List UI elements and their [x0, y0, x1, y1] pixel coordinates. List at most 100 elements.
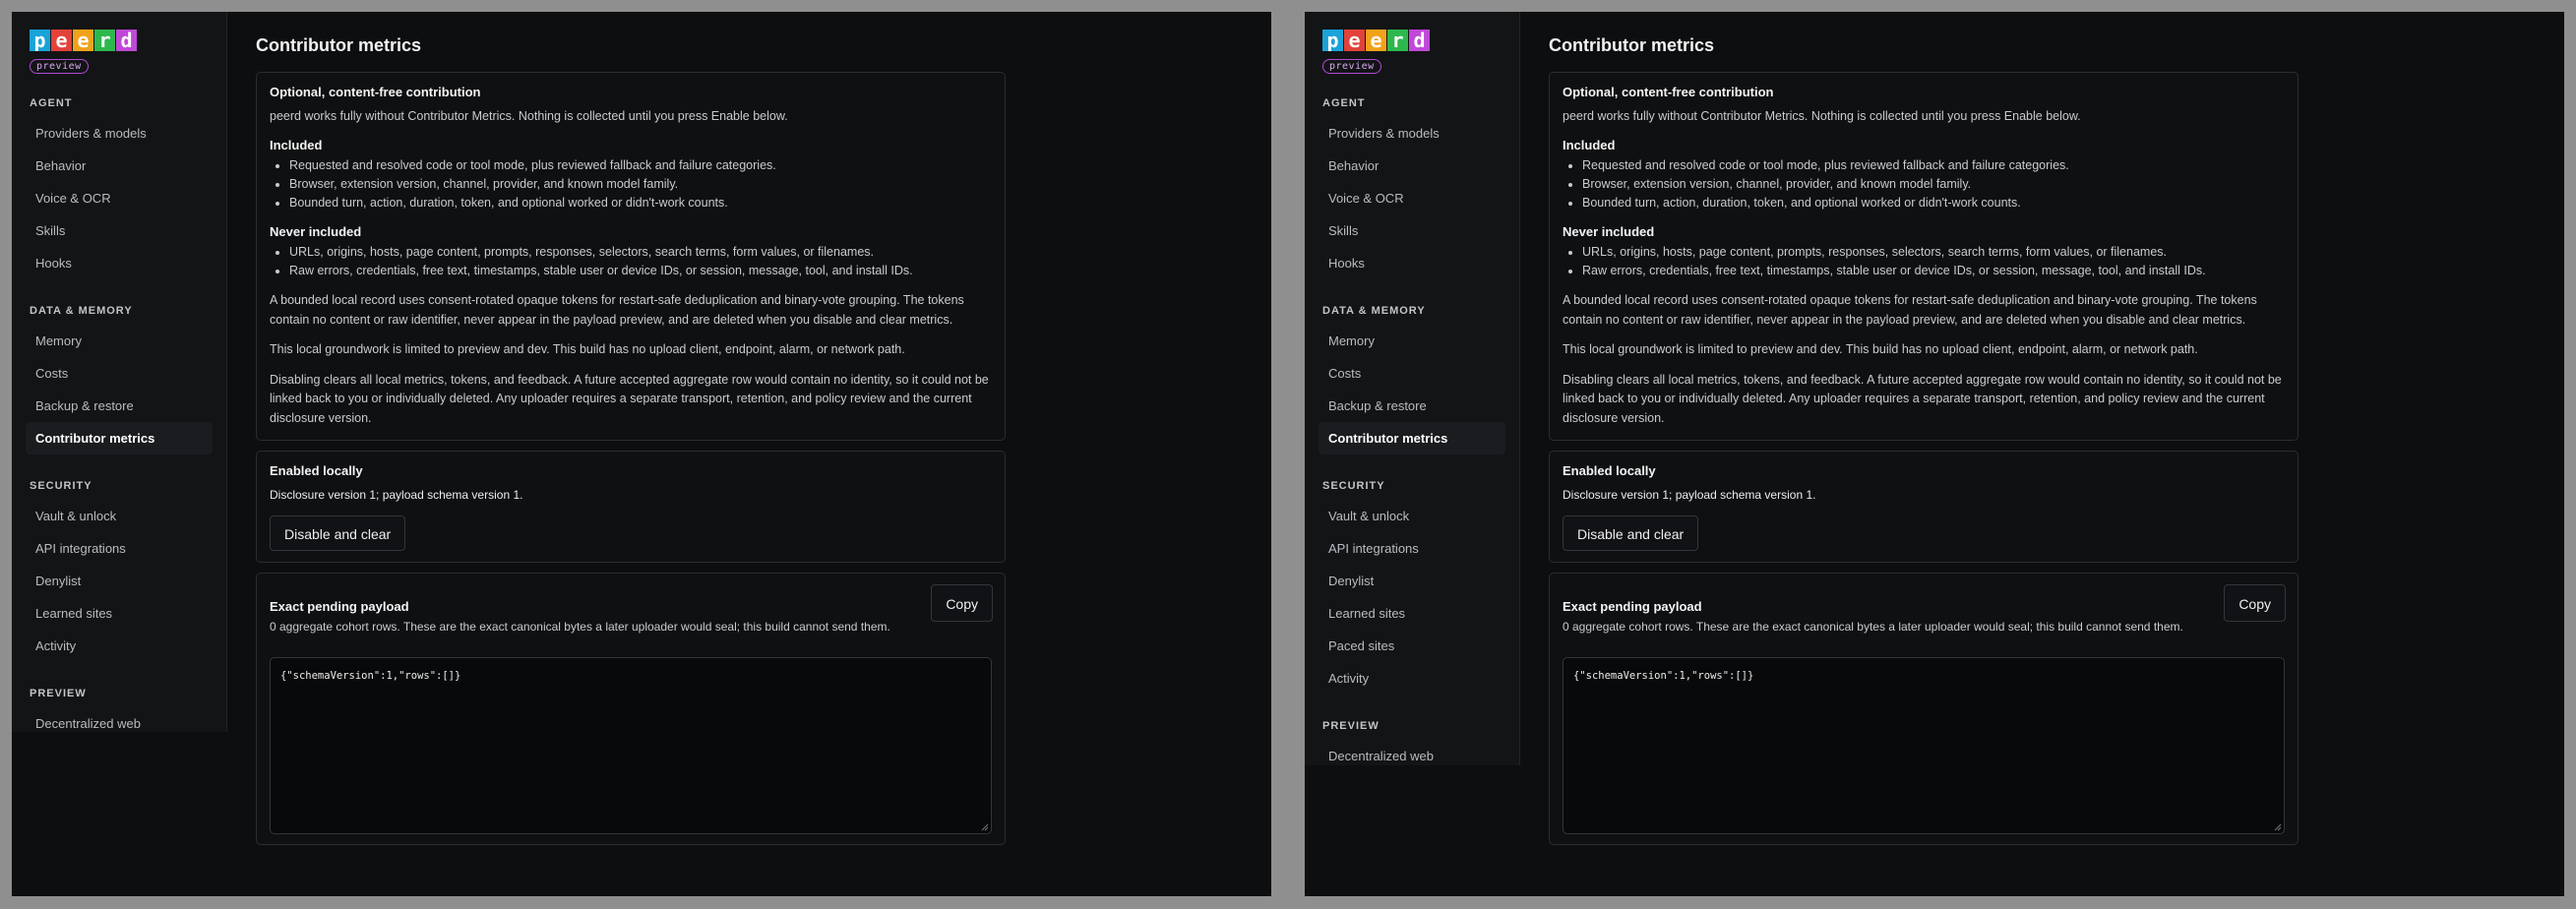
- groundwork-paragraph: This local groundwork is limited to prev…: [1563, 342, 2198, 356]
- sidebar: peerd preview AGENT Providers & models Beh…: [12, 12, 227, 732]
- sidebar-item-vault-unlock[interactable]: Vault & unlock: [26, 500, 213, 532]
- sidebar: peerd preview AGENT Providers & models Beh…: [1305, 12, 1520, 765]
- sidebar-item-denylist[interactable]: Denylist: [1319, 565, 1505, 597]
- sidebar-nav-list: Providers & models Behavior Voice & OCR Ski…: [1319, 117, 1505, 279]
- sidebar-item-learned-sites[interactable]: Learned sites: [1319, 597, 1505, 630]
- sidebar-nav-list: Decentralized web: [1319, 740, 1505, 772]
- sidebar-item-decentralized-web[interactable]: Decentralized web: [1319, 740, 1505, 772]
- copy-button[interactable]: Copy: [2224, 584, 2286, 622]
- disclosure-version-text: Disclosure version 1; payload schema ver…: [270, 488, 523, 502]
- logo-letter: e: [73, 30, 93, 51]
- included-list: Requested and resolved code or tool mode…: [270, 156, 992, 212]
- peerd-logo: peerd: [1322, 30, 1505, 51]
- sidebar-section-label: DATA & MEMORY: [1322, 305, 1426, 317]
- logo-letter: r: [1387, 30, 1408, 51]
- sidebar-item-costs[interactable]: Costs: [1319, 357, 1505, 390]
- list-item: Browser, extension version, channel, pro…: [289, 175, 992, 194]
- resize-handle-icon[interactable]: [2274, 823, 2282, 831]
- logo-letter: e: [1366, 30, 1386, 51]
- groundwork-paragraph: This local groundwork is limited to prev…: [270, 342, 905, 356]
- sidebar-item-backup-restore[interactable]: Backup & restore: [26, 390, 213, 422]
- main-content: Contributor metrics Optional, content-fr…: [256, 35, 1006, 845]
- logo-letter: r: [94, 30, 115, 51]
- page-title: Contributor metrics: [1549, 35, 1715, 55]
- sidebar-item-costs[interactable]: Costs: [26, 357, 213, 390]
- included-list: Requested and resolved code or tool mode…: [1563, 156, 2285, 212]
- never-included-list: URLs, origins, hosts, page content, prom…: [1563, 243, 2285, 280]
- sidebar-section-label: PREVIEW: [1322, 720, 1380, 732]
- sidebar-section-label: SECURITY: [30, 480, 92, 492]
- sidebar-section-label: SECURITY: [1322, 480, 1385, 492]
- preview-badge: preview: [30, 59, 89, 74]
- disclosure-card: Optional, content-free contribution peer…: [1549, 72, 2299, 441]
- main-content: Contributor metrics Optional, content-fr…: [1549, 35, 2299, 845]
- status-title: Enabled locally: [1563, 463, 1656, 478]
- disable-and-clear-button[interactable]: Disable and clear: [1563, 515, 1699, 551]
- sidebar-item-voice-ocr[interactable]: Voice & OCR: [26, 182, 213, 214]
- disable-and-clear-button[interactable]: Disable and clear: [270, 515, 406, 551]
- included-heading: Included: [270, 138, 323, 152]
- sidebar-item-skills[interactable]: Skills: [26, 214, 213, 247]
- sidebar-item-activity[interactable]: Activity: [1319, 662, 1505, 695]
- sidebar-item-contributor-metrics[interactable]: Contributor metrics: [1319, 422, 1505, 454]
- local-record-paragraph: A bounded local record uses consent-rota…: [270, 293, 964, 327]
- copy-button[interactable]: Copy: [931, 584, 993, 622]
- logo-letter: e: [1344, 30, 1365, 51]
- sidebar-item-behavior[interactable]: Behavior: [26, 150, 213, 182]
- sidebar-item-vault-unlock[interactable]: Vault & unlock: [1319, 500, 1505, 532]
- sidebar-item-hooks[interactable]: Hooks: [1319, 247, 1505, 279]
- sidebar-item-memory[interactable]: Memory: [26, 325, 213, 357]
- sidebar-item-backup-restore[interactable]: Backup & restore: [1319, 390, 1505, 422]
- payload-textarea[interactable]: {"schemaVersion":1,"rows":[]}: [270, 657, 992, 834]
- payload-card: Exact pending payload 0 aggregate cohort…: [256, 573, 1006, 845]
- sidebar-item-learned-sites[interactable]: Learned sites: [26, 597, 213, 630]
- never-included-heading: Never included: [270, 224, 362, 239]
- resize-handle-icon[interactable]: [981, 823, 989, 831]
- disclosure-card: Optional, content-free contribution peer…: [256, 72, 1006, 441]
- sidebar-item-api-integrations[interactable]: API integrations: [26, 532, 213, 565]
- sidebar-item-memory[interactable]: Memory: [1319, 325, 1505, 357]
- payload-textarea[interactable]: {"schemaVersion":1,"rows":[]}: [1563, 657, 2285, 834]
- sidebar-item-activity[interactable]: Activity: [26, 630, 213, 662]
- sidebar-item-api-integrations[interactable]: API integrations: [1319, 532, 1505, 565]
- list-item: Requested and resolved code or tool mode…: [1582, 156, 2285, 175]
- payload-text: {"schemaVersion":1,"rows":[]}: [280, 670, 461, 682]
- preview-badge: preview: [1322, 59, 1381, 74]
- sidebar-item-behavior[interactable]: Behavior: [1319, 150, 1505, 182]
- sidebar-sections: AGENT Providers & models Behavior Voice & O…: [1319, 97, 1505, 772]
- sidebar-item-contributor-metrics[interactable]: Contributor metrics: [26, 422, 213, 454]
- logo-letter: p: [30, 30, 50, 51]
- sidebar-item-paced-sites[interactable]: Paced sites: [1319, 630, 1505, 662]
- logo-letter: d: [116, 30, 137, 51]
- payload-title: Exact pending payload: [270, 599, 409, 614]
- logo-letter: e: [51, 30, 72, 51]
- sidebar-section-label: PREVIEW: [30, 688, 87, 699]
- sidebar-section-label: DATA & MEMORY: [30, 305, 133, 317]
- status-card: Enabled locally Disclosure version 1; pa…: [1549, 451, 2299, 563]
- peerd-logo: peerd: [30, 30, 213, 51]
- list-item: Bounded turn, action, duration, token, a…: [289, 194, 992, 212]
- sidebar-item-providers-models[interactable]: Providers & models: [26, 117, 213, 150]
- disclosure-title: Optional, content-free contribution: [1563, 85, 1774, 99]
- disclosure-title: Optional, content-free contribution: [270, 85, 481, 99]
- settings-window-right: peerd preview AGENT Providers & models Beh…: [1305, 12, 2564, 896]
- sidebar-item-skills[interactable]: Skills: [1319, 214, 1505, 247]
- list-item: URLs, origins, hosts, page content, prom…: [289, 243, 992, 262]
- payload-text: {"schemaVersion":1,"rows":[]}: [1573, 670, 1754, 682]
- sidebar-nav-list: Decentralized web: [26, 707, 213, 740]
- sidebar-item-voice-ocr[interactable]: Voice & OCR: [1319, 182, 1505, 214]
- sidebar-item-decentralized-web[interactable]: Decentralized web: [26, 707, 213, 740]
- payload-description: 0 aggregate cohort rows. These are the e…: [270, 620, 890, 634]
- list-item: Bounded turn, action, duration, token, a…: [1582, 194, 2285, 212]
- sidebar-item-providers-models[interactable]: Providers & models: [1319, 117, 1505, 150]
- sidebar-item-hooks[interactable]: Hooks: [26, 247, 213, 279]
- status-title: Enabled locally: [270, 463, 363, 478]
- list-item: Browser, extension version, channel, pro…: [1582, 175, 2285, 194]
- payload-title: Exact pending payload: [1563, 599, 1702, 614]
- local-record-paragraph: A bounded local record uses consent-rota…: [1563, 293, 2257, 327]
- never-included-heading: Never included: [1563, 224, 1655, 239]
- never-included-list: URLs, origins, hosts, page content, prom…: [270, 243, 992, 280]
- disabling-paragraph: Disabling clears all local metrics, toke…: [1563, 372, 2282, 425]
- sidebar-nav-list: Providers & models Behavior Voice & OCR Ski…: [26, 117, 213, 279]
- sidebar-item-denylist[interactable]: Denylist: [26, 565, 213, 597]
